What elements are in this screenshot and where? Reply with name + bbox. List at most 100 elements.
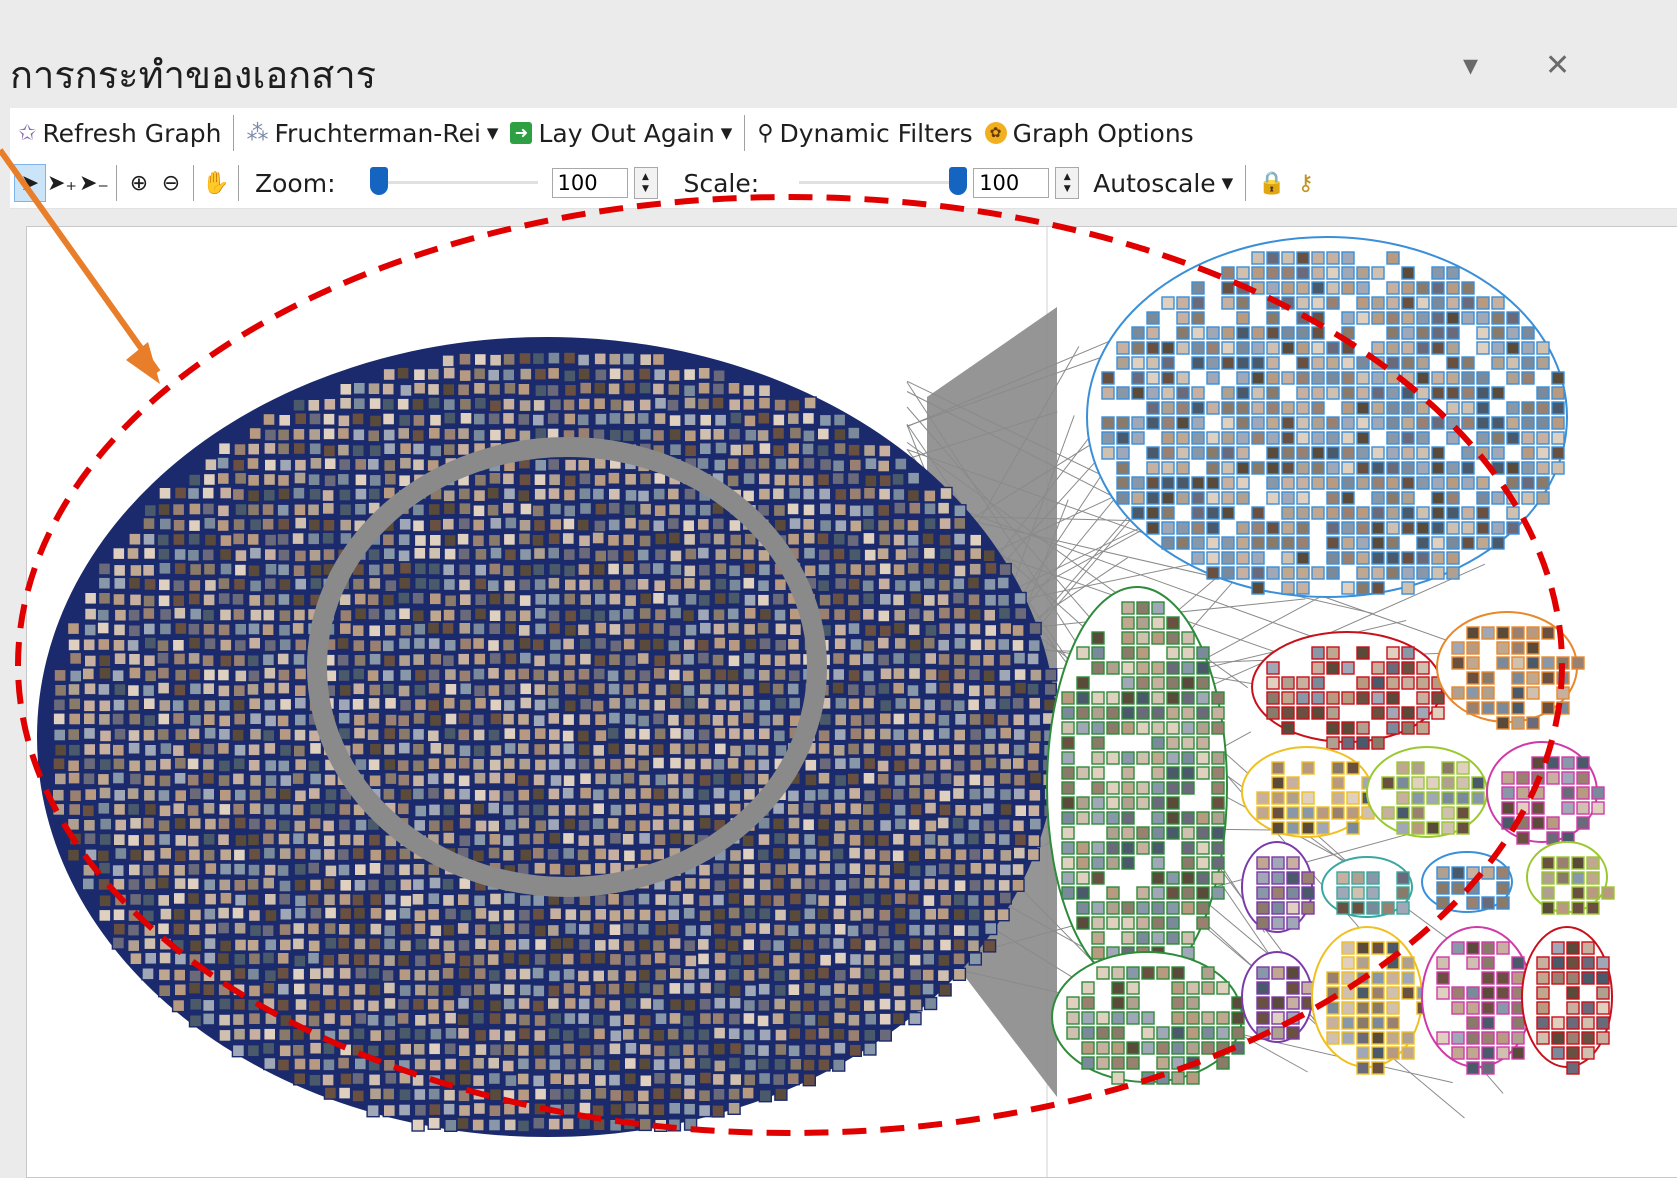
graph-node[interactable] xyxy=(1161,416,1175,430)
graph-node[interactable] xyxy=(532,654,547,668)
graph-node[interactable] xyxy=(428,713,443,728)
graph-node[interactable] xyxy=(1136,826,1150,840)
graph-node[interactable] xyxy=(594,907,608,921)
graph-node[interactable] xyxy=(892,759,907,773)
graph-node[interactable] xyxy=(202,848,216,862)
graph-node[interactable] xyxy=(714,698,728,712)
graph-node[interactable] xyxy=(1311,446,1325,460)
graph-node[interactable] xyxy=(668,623,682,638)
graph-node[interactable] xyxy=(173,547,187,562)
autoscale-dropdown[interactable]: Autoscale ▼ xyxy=(1087,169,1239,198)
graph-node[interactable] xyxy=(489,712,503,726)
graph-node[interactable] xyxy=(202,983,216,997)
graph-node[interactable] xyxy=(534,458,548,473)
graph-node[interactable] xyxy=(774,1087,788,1101)
graph-node[interactable] xyxy=(412,636,427,651)
graph-node[interactable] xyxy=(247,697,262,711)
graph-node[interactable] xyxy=(111,771,126,785)
graph-node[interactable] xyxy=(803,907,817,921)
graph-node[interactable] xyxy=(563,609,578,623)
graph-node[interactable] xyxy=(592,681,607,696)
graph-node[interactable] xyxy=(322,1041,336,1056)
graph-node[interactable] xyxy=(1481,701,1495,715)
graph-node[interactable] xyxy=(636,681,651,696)
graph-node[interactable] xyxy=(606,533,621,547)
graph-node[interactable] xyxy=(1196,706,1210,720)
graph-node[interactable] xyxy=(128,593,143,607)
graph-node[interactable] xyxy=(1356,446,1370,460)
graph-node[interactable] xyxy=(1191,431,1205,445)
graph-node[interactable] xyxy=(202,969,216,983)
graph-node[interactable] xyxy=(1126,966,1140,980)
graph-node[interactable] xyxy=(247,863,261,877)
graph-node[interactable] xyxy=(1371,341,1385,355)
graph-node[interactable] xyxy=(877,801,892,816)
graph-node[interactable] xyxy=(1451,941,1465,955)
graph-node[interactable] xyxy=(1381,806,1395,820)
graph-node[interactable] xyxy=(263,1056,277,1071)
graph-node[interactable] xyxy=(413,697,428,712)
graph-node[interactable] xyxy=(1466,896,1480,910)
graph-node[interactable] xyxy=(1581,1031,1595,1045)
graph-node[interactable] xyxy=(757,758,771,772)
graph-node[interactable] xyxy=(563,921,578,936)
graph-node[interactable] xyxy=(773,908,788,922)
graph-node[interactable] xyxy=(516,742,530,756)
graph-node[interactable] xyxy=(113,682,127,697)
graph-node[interactable] xyxy=(143,936,157,951)
graph-node[interactable] xyxy=(1146,461,1160,475)
graph-node[interactable] xyxy=(427,698,441,713)
graph-node[interactable] xyxy=(622,939,636,953)
graph-node[interactable] xyxy=(1281,266,1295,280)
graph-node[interactable] xyxy=(1451,881,1465,895)
graph-node[interactable] xyxy=(1446,311,1460,325)
graph-node[interactable] xyxy=(1136,631,1150,645)
graph-node[interactable] xyxy=(1011,696,1025,710)
graph-node[interactable] xyxy=(831,471,845,486)
graph-node[interactable] xyxy=(1251,581,1265,595)
graph-node[interactable] xyxy=(639,592,653,606)
graph-node[interactable] xyxy=(654,892,668,907)
graph-node[interactable] xyxy=(98,742,112,756)
graph-node[interactable] xyxy=(727,654,741,668)
graph-node[interactable] xyxy=(1266,491,1280,505)
graph-node[interactable] xyxy=(1191,296,1205,310)
graph-node[interactable] xyxy=(1481,1046,1495,1060)
graph-node[interactable] xyxy=(248,426,262,441)
graph-node[interactable] xyxy=(1311,251,1325,265)
graph-node[interactable] xyxy=(141,893,156,907)
graph-node[interactable] xyxy=(968,622,982,636)
graph-node[interactable] xyxy=(352,428,366,442)
graph-node[interactable] xyxy=(1481,986,1495,1000)
graph-node[interactable] xyxy=(621,1089,636,1103)
graph-node[interactable] xyxy=(188,1014,203,1028)
graph-node[interactable] xyxy=(727,1027,741,1041)
graph-node[interactable] xyxy=(444,756,458,771)
graph-node[interactable] xyxy=(1546,816,1560,830)
graph-node[interactable] xyxy=(1331,761,1345,775)
graph-node[interactable] xyxy=(1416,461,1430,475)
graph-node[interactable] xyxy=(593,713,608,727)
graph-node[interactable] xyxy=(592,921,606,936)
graph-node[interactable] xyxy=(922,576,936,591)
graph-node[interactable] xyxy=(608,1042,622,1056)
graph-node[interactable] xyxy=(367,758,381,772)
graph-node[interactable] xyxy=(322,953,336,967)
graph-node[interactable] xyxy=(1296,551,1310,565)
graph-node[interactable] xyxy=(802,981,817,995)
graph-node[interactable] xyxy=(696,937,710,952)
graph-node[interactable] xyxy=(1076,841,1090,855)
graph-node[interactable] xyxy=(877,876,891,890)
graph-node[interactable] xyxy=(532,518,547,533)
graph-node[interactable] xyxy=(187,862,201,877)
graph-node[interactable] xyxy=(203,951,217,965)
graph-node[interactable] xyxy=(187,651,201,666)
graph-node[interactable] xyxy=(681,1014,695,1028)
graph-node[interactable] xyxy=(908,638,922,652)
graph-node[interactable] xyxy=(1436,896,1450,910)
graph-node[interactable] xyxy=(1371,1061,1385,1075)
graph-node[interactable] xyxy=(158,698,172,713)
graph-node[interactable] xyxy=(923,517,937,531)
graph-node[interactable] xyxy=(501,1059,515,1073)
graph-node[interactable] xyxy=(1386,691,1400,705)
